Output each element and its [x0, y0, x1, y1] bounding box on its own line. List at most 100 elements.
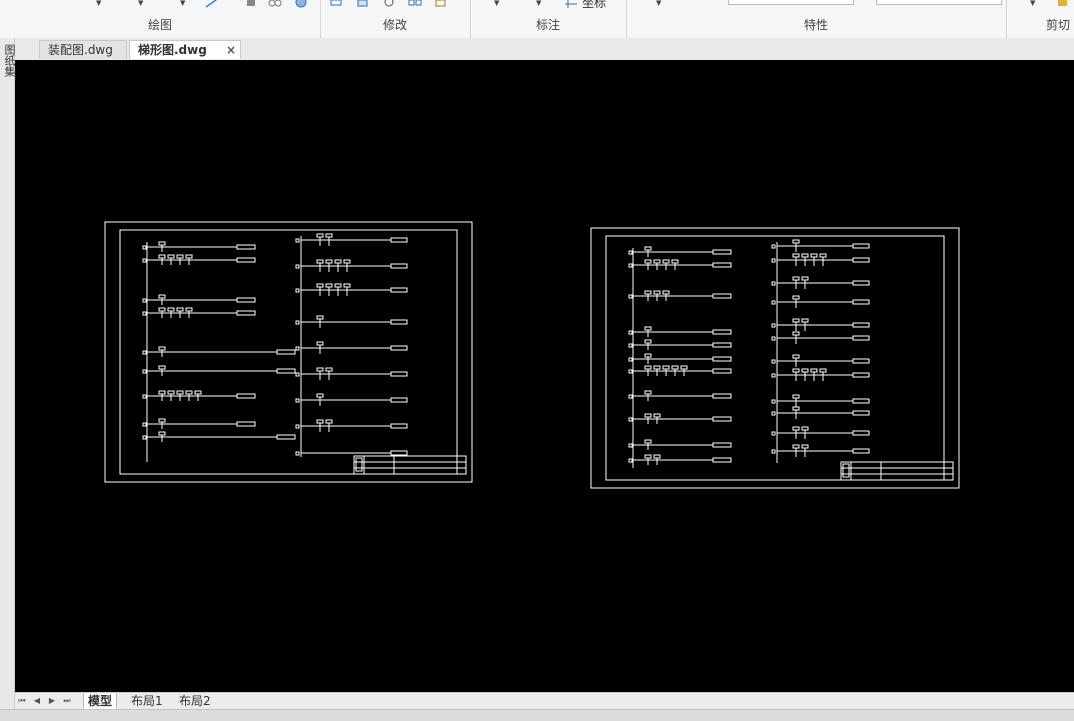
erase-icon[interactable]: [244, 0, 258, 8]
drawing-line: [810, 368, 818, 373]
drawing-line: [792, 444, 800, 449]
drawing-line: [142, 298, 147, 303]
last-layout-icon[interactable]: ⏭: [60, 694, 74, 708]
drawing-line: [628, 369, 633, 374]
drawing-line: [295, 451, 300, 456]
drawing-line: [810, 253, 818, 258]
chevron-down-icon[interactable]: ▼: [180, 0, 185, 7]
tab-label: 梯形图.dwg: [138, 43, 207, 57]
drawing-line: [355, 457, 363, 472]
drawing-line: [819, 368, 827, 373]
ribbon-group-draw: ▼ ▼ ▼ 绘图: [0, 0, 321, 38]
drawing-line: [840, 461, 954, 481]
drawing-line: [644, 353, 652, 358]
chevron-down-icon[interactable]: ▼: [1030, 0, 1035, 7]
drawing-line: [390, 263, 408, 269]
chevron-down-icon[interactable]: ▼: [536, 0, 541, 7]
drawing-line: [628, 330, 633, 335]
drawing-line: [316, 341, 324, 346]
drawing-line: [771, 244, 776, 249]
scale-icon[interactable]: [356, 0, 370, 8]
drawing-line: [158, 241, 166, 246]
drawing-line: [644, 259, 652, 264]
ribbon: ▼ ▼ ▼ 绘图 修改 ▼ ▼ 坐标 标注 ▼ 特性 ▼ 剪切: [0, 0, 1074, 39]
drawing-line: [852, 410, 870, 416]
drawing-line: [771, 449, 776, 454]
drawing-line: [316, 283, 324, 288]
modify-icon[interactable]: [330, 0, 344, 8]
tab-layout2[interactable]: 布局2: [175, 693, 215, 709]
next-layout-icon[interactable]: ▶: [45, 694, 59, 708]
drawing-line: [712, 262, 732, 268]
tab-label: 装配图.dwg: [48, 43, 113, 57]
drawing-line: [325, 367, 333, 372]
tab-ladder-drawing[interactable]: 梯形图.dwg ×: [129, 40, 241, 59]
mirror-icon[interactable]: [408, 0, 422, 8]
drawing-line: [852, 243, 870, 249]
drawing-line: [801, 444, 809, 449]
dimension-icon[interactable]: [564, 0, 578, 8]
drawing-line: [390, 319, 408, 325]
drawing-line: [158, 346, 166, 351]
drawing-line: [644, 454, 652, 459]
prev-layout-icon[interactable]: ◀: [30, 694, 44, 708]
drawing-line: [316, 393, 324, 398]
drawing-line: [176, 254, 184, 259]
drawing-line: [662, 290, 670, 295]
drawing-line: [712, 293, 732, 299]
drawing-line: [819, 253, 827, 258]
drawing-line: [295, 424, 300, 429]
drawing-line: [644, 290, 652, 295]
paste-icon[interactable]: [1056, 0, 1070, 8]
drawing-line: [628, 357, 633, 362]
drawing-line: [653, 365, 661, 370]
drawing-line: [644, 365, 652, 370]
status-bar: [0, 709, 1074, 721]
drawing-line: [176, 307, 184, 312]
drawing-line: [712, 442, 732, 448]
drawing-line: [712, 368, 732, 374]
tab-assembly-drawing[interactable]: 装配图.dwg: [39, 40, 127, 59]
drawing-line: [653, 413, 661, 418]
drawing-line: [852, 335, 870, 341]
first-layout-icon[interactable]: ⏮: [15, 694, 29, 708]
drawing-line: [295, 288, 300, 293]
chevron-down-icon[interactable]: ▼: [138, 0, 143, 7]
linetype-dropdown[interactable]: [876, 0, 1002, 5]
coordinate-label[interactable]: 坐标: [582, 0, 606, 11]
sheet-set-strip[interactable]: 图纸集: [0, 38, 16, 720]
array-icon[interactable]: [434, 0, 448, 8]
drawing-line: [295, 320, 300, 325]
drawing-line: [176, 390, 184, 395]
drawing-canvas[interactable]: [15, 60, 1074, 692]
draw-line-icon[interactable]: [204, 0, 218, 8]
close-icon[interactable]: ×: [226, 41, 236, 60]
drawing-line: [295, 398, 300, 403]
tab-layout1[interactable]: 布局1: [127, 693, 167, 709]
drawing-line: [316, 259, 324, 264]
chevron-down-icon[interactable]: ▼: [494, 0, 499, 7]
color-dropdown[interactable]: [728, 0, 854, 5]
chevron-down-icon[interactable]: ▼: [96, 0, 101, 7]
globe-icon[interactable]: [294, 0, 308, 8]
drawing-line: [158, 431, 166, 436]
drawing-line: [185, 307, 193, 312]
chevron-down-icon[interactable]: ▼: [656, 0, 661, 7]
drawing-line: [325, 419, 333, 424]
drawing-line: [792, 295, 800, 300]
drawing-line: [644, 326, 652, 331]
tab-model[interactable]: 模型: [83, 693, 118, 710]
drawing-line: [390, 450, 408, 456]
drawing-line: [236, 244, 256, 250]
copy-icon[interactable]: [268, 0, 282, 8]
rotate-icon[interactable]: [382, 0, 396, 8]
drawing-line: [842, 463, 850, 478]
drawing-line: [605, 235, 945, 481]
drawing-line: [316, 315, 324, 320]
drawing-line: [334, 259, 342, 264]
drawing-line: [712, 393, 732, 399]
drawing-line: [142, 350, 147, 355]
drawing-line: [712, 416, 732, 422]
drawing-line: [167, 254, 175, 259]
drawing-line: [680, 365, 688, 370]
